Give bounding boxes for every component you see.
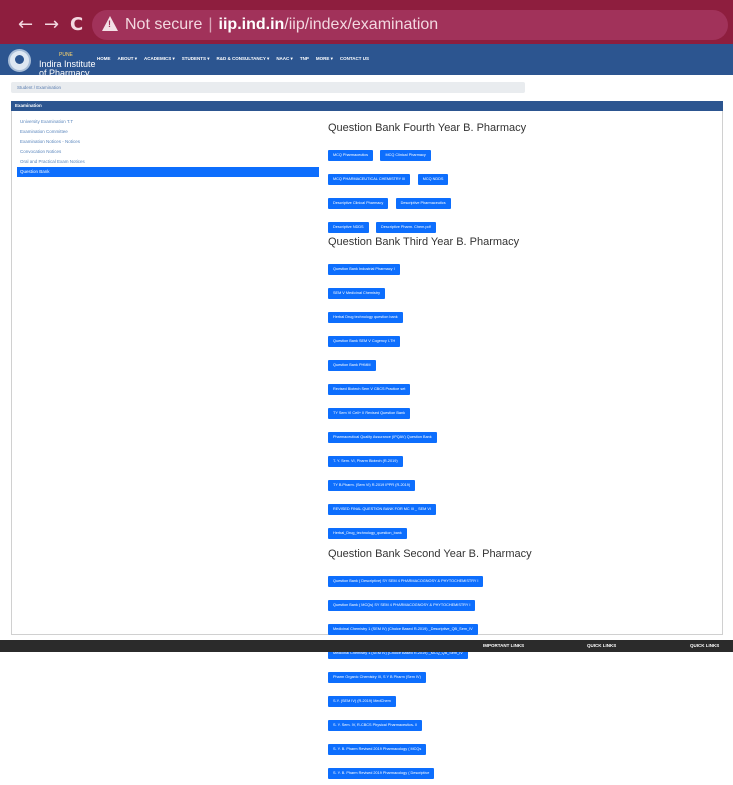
- menu-students[interactable]: STUDENTS ▾: [182, 56, 210, 62]
- footer-important-links[interactable]: IMPORTANT LINKS: [483, 643, 524, 648]
- question-bank-button[interactable]: Question Bank ( Descriptive) SY SEM 4 PH…: [328, 576, 484, 587]
- reload-icon[interactable]: C: [70, 15, 83, 35]
- menu-tnp[interactable]: TNP: [300, 56, 309, 62]
- question-bank-button[interactable]: TY B.Pharm. (Sem VI) R-2019 IPPR (R-2019…: [328, 480, 416, 491]
- footer-quick-links[interactable]: QUICK LINKS: [587, 643, 616, 648]
- section-heading: Question Bank Third Year B. Pharmacy: [328, 236, 520, 248]
- site-footer: IMPORTANT LINKS QUICK LINKS QUICK LINKS: [0, 640, 733, 652]
- browser-toolbar: ← → C Not secure | iip.ind.in/iip/index/ex…: [0, 6, 733, 44]
- not-secure-label: Not secure: [125, 16, 203, 33]
- examination-sidebar: University Examination T.T Examination C…: [17, 117, 319, 177]
- address-bar[interactable]: Not secure | iip.ind.in/iip/index/examinat…: [92, 10, 728, 40]
- breadcrumb[interactable]: Student / Examination: [11, 82, 525, 93]
- question-bank-button[interactable]: Herbal Drug technology question bank: [328, 312, 403, 323]
- url-path: /iip/index/examination: [284, 16, 439, 33]
- question-bank-button[interactable]: Descriptive Pharmaceutics: [395, 198, 451, 209]
- address-text: Not secure | iip.ind.in/iip/index/examinat…: [125, 16, 438, 34]
- panel-title: Examination: [11, 101, 723, 111]
- main-menu: HOME ABOUT ▾ ACADEMICS ▾ STUDENTS ▾ R&D …: [97, 56, 369, 62]
- sidebar-item-oral-practical[interactable]: Oral and Practical Exam Notices: [17, 157, 319, 167]
- menu-academics[interactable]: ACADEMICS ▾: [144, 56, 175, 62]
- menu-naac[interactable]: NAAC ▾: [276, 56, 293, 62]
- section-heading: Question Bank Fourth Year B. Pharmacy: [328, 122, 527, 134]
- footer-quick-links[interactable]: QUICK LINKS: [690, 643, 719, 648]
- section-heading: Question Bank Second Year B. Pharmacy: [328, 548, 532, 560]
- back-arrow-icon[interactable]: ←: [18, 15, 33, 35]
- question-bank-button[interactable]: S.Y. (SEM IV) (R-2019) MedChem: [328, 696, 396, 707]
- menu-research[interactable]: R&D & CONSULTANCY ▾: [217, 56, 270, 62]
- question-bank-button[interactable]: Descriptive NDDS: [328, 222, 369, 233]
- sidebar-item-exam-tt[interactable]: University Examination T.T: [17, 117, 319, 127]
- question-bank-button[interactable]: Question Bank SEM V Cogency I-TH: [328, 336, 401, 347]
- institute-logo-icon[interactable]: [8, 49, 31, 72]
- question-bank-button[interactable]: S. Y. B. Pharm Revised 2019 Pharmacology…: [328, 744, 427, 755]
- question-bank-button[interactable]: Pharm Organic Chemistry III, S Y B Pharm…: [328, 672, 426, 683]
- question-bank-button[interactable]: REVISED FINAL QUESTION BANK FOR MC III _…: [328, 504, 436, 515]
- question-bank-button[interactable]: Herbal_Drug_technology_question_bank: [328, 528, 407, 539]
- question-bank-button[interactable]: S. Y. B. Pharm Revised 2019 Pharmacology…: [328, 768, 435, 779]
- question-bank-button[interactable]: Revised Biotech Sem V CBCS Practice set: [328, 384, 411, 395]
- question-bank-button[interactable]: S. Y. Sem. IV, R-CBCS Physical Pharmaceu…: [328, 720, 423, 731]
- sidebar-item-question-bank[interactable]: Question Bank: [17, 167, 319, 177]
- question-bank-button[interactable]: Question Bank PHMM: [328, 360, 376, 371]
- question-bank-button[interactable]: Descriptive Clinical Pharmacy: [328, 198, 389, 209]
- question-bank-button[interactable]: Pharmaceutical Quality Assurance (IPQAV)…: [328, 432, 437, 443]
- question-bank-button[interactable]: Medicinal Chemistry 1 (SEM IV) (Choice B…: [328, 624, 478, 635]
- menu-about[interactable]: ABOUT ▾: [118, 56, 138, 62]
- menu-contact[interactable]: CONTACT US: [340, 56, 369, 62]
- menu-home[interactable]: HOME: [97, 56, 111, 62]
- question-bank-button[interactable]: MCQ PHARMACEUTICAL CHEMISTRY III: [328, 174, 411, 185]
- brand-name[interactable]: PUNE Indira Institute of Pharmacy, Sadav…: [39, 47, 96, 87]
- url-separator: |: [208, 16, 213, 33]
- forward-arrow-icon[interactable]: →: [44, 15, 59, 35]
- warning-icon: [102, 16, 118, 31]
- question-bank-button[interactable]: MCQ Clinical Pharmacy: [380, 150, 431, 161]
- url-host: iip.ind.in: [218, 16, 285, 33]
- question-bank-button[interactable]: Descriptive Pharm. Chem.pdf: [376, 222, 436, 233]
- question-bank-content: Question Bank Fourth Year B. Pharmacy MC…: [328, 122, 718, 785]
- question-bank-button[interactable]: SEM V Medicinal Chemistry: [328, 288, 386, 299]
- menu-more[interactable]: MORE ▾: [316, 56, 333, 62]
- sidebar-item-exam-committee[interactable]: Examination Committee: [17, 127, 319, 137]
- brand-prefix: PUNE: [59, 52, 73, 58]
- sidebar-item-convocation[interactable]: Convocation Notices: [17, 147, 319, 157]
- question-bank-button[interactable]: MCQ NDDS: [417, 174, 449, 185]
- question-bank-button[interactable]: T. Y. Sem. VI, Pharm Biotech (R-2019): [328, 456, 403, 467]
- site-header: PUNE Indira Institute of Pharmacy, Sadav…: [0, 44, 733, 87]
- question-bank-button[interactable]: Question Bank ( MCQs) SY SEM 4 PHARMACOG…: [328, 600, 476, 611]
- question-bank-button[interactable]: Question Bank Industrial Pharmacy I: [328, 264, 400, 275]
- sidebar-item-exam-notices[interactable]: Examination Notices - Notices: [17, 137, 319, 147]
- question-bank-button[interactable]: TY Sem VI Cell+ II Revised Question Bank: [328, 408, 410, 419]
- question-bank-button[interactable]: MCQ Pharmaceutics: [328, 150, 374, 161]
